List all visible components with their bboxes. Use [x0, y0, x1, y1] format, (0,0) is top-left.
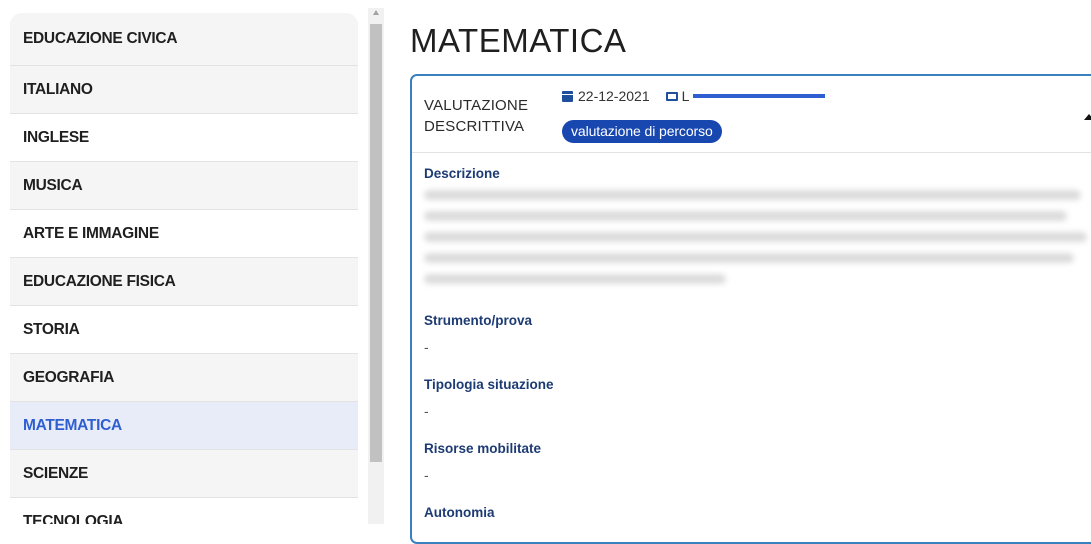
blurred-line — [424, 274, 726, 284]
redacted-teacher-name — [693, 94, 826, 98]
evaluation-type-label: VALUTAZIONE DESCRITTIVA — [424, 95, 554, 137]
subject-label: INGLESE — [23, 128, 89, 146]
evaluation-type-line1: VALUTAZIONE — [424, 97, 529, 114]
subject-list: EDUCAZIONE CIVICA ITALIANO INGLESE MUSIC… — [10, 13, 358, 524]
subject-label: MATEMATICA — [23, 416, 122, 434]
subject-label: ITALIANO — [23, 80, 93, 98]
section-title-autonomia: Autonomia — [424, 505, 495, 520]
page-title: MATEMATICA — [410, 22, 627, 59]
evaluation-meta: 22-12-2021 L — [562, 86, 826, 106]
evaluation-type-line2: DESCRITTIVA — [424, 118, 525, 135]
section-value-tipologia: - — [424, 403, 429, 419]
calendar-icon — [562, 90, 573, 102]
scroll-up-arrow-icon[interactable] — [373, 10, 379, 15]
collapse-caret-icon[interactable] — [1084, 114, 1091, 120]
section-value-risorse: - — [424, 467, 429, 483]
subject-item-storia[interactable]: STORIA — [10, 306, 358, 354]
subject-item-arte-e-immagine[interactable]: ARTE E IMMAGINE — [10, 210, 358, 258]
subject-label: MUSICA — [23, 176, 83, 194]
subject-label: ARTE E IMMAGINE — [23, 224, 159, 242]
evaluation-card-header[interactable]: VALUTAZIONE DESCRITTIVA 22-12-2021 L val… — [412, 76, 1091, 153]
section-title-tipologia: Tipologia situazione — [424, 377, 554, 392]
subject-item-scienze[interactable]: SCIENZE — [10, 450, 358, 498]
subject-item-matematica[interactable]: MATEMATICA — [10, 402, 358, 450]
subject-item-educazione-civica[interactable]: EDUCAZIONE CIVICA — [10, 13, 358, 66]
teacher-name: L — [681, 88, 690, 104]
subject-label: EDUCAZIONE CIVICA — [23, 30, 178, 47]
blurred-line — [424, 232, 1088, 242]
subject-item-musica[interactable]: MUSICA — [10, 162, 358, 210]
section-value-strumento: - — [424, 339, 429, 355]
section-title-strumento: Strumento/prova — [424, 313, 533, 328]
subject-item-inglese[interactable]: INGLESE — [10, 114, 358, 162]
description-text-blurred — [424, 190, 1091, 294]
subject-label: GEOGRAFIA — [23, 368, 115, 386]
blurred-line — [424, 211, 1068, 221]
subject-label: SCIENZE — [23, 464, 89, 482]
evaluation-card: VALUTAZIONE DESCRITTIVA 22-12-2021 L val… — [410, 74, 1091, 544]
teacher-icon — [665, 91, 678, 101]
subject-label: EDUCAZIONE FISICA — [23, 272, 176, 290]
scrollbar-thumb[interactable] — [370, 24, 382, 462]
section-title-descrizione: Descrizione — [424, 166, 500, 181]
blurred-line — [424, 253, 1074, 263]
section-title-risorse: Risorse mobilitate — [424, 441, 542, 456]
subject-sidebar: EDUCAZIONE CIVICA ITALIANO INGLESE MUSIC… — [0, 0, 387, 524]
subject-item-educazione-fisica[interactable]: EDUCAZIONE FISICA — [10, 258, 358, 306]
subject-label: STORIA — [23, 320, 80, 338]
subject-label: TECNOLOGIA — [23, 512, 124, 525]
subject-item-geografia[interactable]: GEOGRAFIA — [10, 354, 358, 402]
subject-item-tecnologia[interactable]: TECNOLOGIA — [10, 498, 358, 524]
evaluation-badge: valutazione di percorso — [562, 120, 722, 143]
subject-item-italiano[interactable]: ITALIANO — [10, 66, 358, 114]
blurred-line — [424, 190, 1081, 200]
evaluation-date: 22-12-2021 — [578, 88, 650, 104]
